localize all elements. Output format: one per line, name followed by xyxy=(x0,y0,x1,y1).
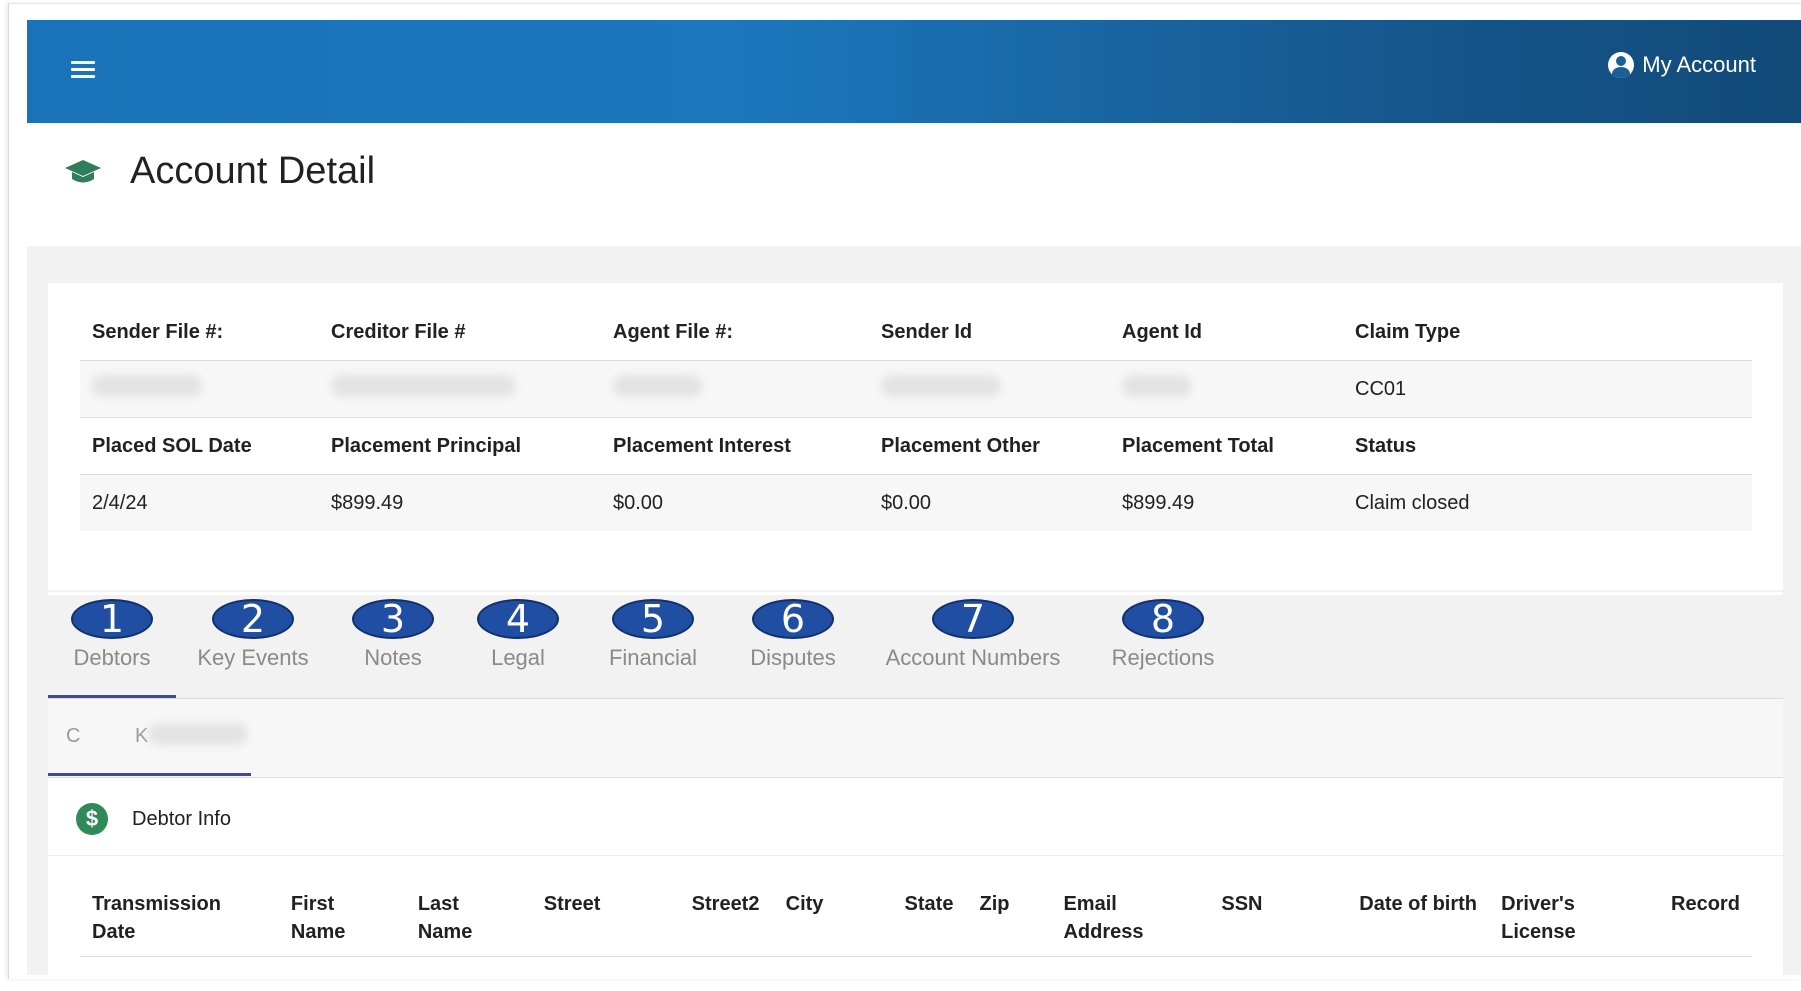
tab-label: Legal xyxy=(491,645,545,670)
claim-type-value: CC01 xyxy=(1343,360,1752,418)
dollar-circle-icon: $ xyxy=(76,803,108,835)
status-header: Status xyxy=(1355,434,1417,457)
hamburger-icon[interactable] xyxy=(71,61,95,81)
status-value: Claim closed xyxy=(1343,474,1752,531)
debtor-subtab[interactable]: C K xyxy=(48,699,251,776)
debtor-last-initial: K xyxy=(135,725,149,747)
tab-label: Debtors xyxy=(73,645,151,670)
tab-label: Rejections xyxy=(1111,645,1215,670)
placement-header-row: Placed SOL Date Placement Principal Plac… xyxy=(80,418,1752,475)
subtab-divider xyxy=(48,777,1783,778)
tab-notes[interactable]: 3 Notes xyxy=(338,595,448,698)
col-street[interactable]: Street xyxy=(531,880,680,957)
tab-financial[interactable]: 5 Financial xyxy=(588,595,718,698)
creditor-file-header: Creditor File # xyxy=(331,320,466,343)
tab-number-badge: 4 xyxy=(477,599,559,639)
tab-label: Key Events xyxy=(197,645,309,670)
tab-label: Notes xyxy=(364,645,422,670)
placement-total-value: $899.49 xyxy=(1110,474,1343,531)
agent-file-value xyxy=(601,360,869,418)
tab-rejections[interactable]: 8 Rejections xyxy=(1098,595,1228,698)
col-last-name[interactable]: Last Name xyxy=(405,880,532,957)
sender-file-header: Sender File #: xyxy=(92,320,224,343)
tab-number-badge: 1 xyxy=(71,599,153,639)
redacted-debtor-name xyxy=(148,723,248,745)
debtor-first-initial: C xyxy=(66,725,81,747)
col-transmission-date[interactable]: Transmission Date xyxy=(80,880,279,957)
tab-debtors[interactable]: 1 Debtors xyxy=(48,595,176,698)
user-circle-icon xyxy=(1608,52,1635,78)
col-date-of-birth[interactable]: Date of birth xyxy=(1347,880,1490,957)
account-summary-table: Sender File #: Creditor File # Agent Fil… xyxy=(80,304,1752,531)
summary-value-row: CC01 xyxy=(80,360,1752,418)
my-account-button[interactable]: My Account xyxy=(1608,52,1756,78)
placement-interest-value: $0.00 xyxy=(601,474,869,531)
col-city[interactable]: City xyxy=(773,880,893,957)
col-record[interactable]: Record xyxy=(1659,880,1752,957)
col-email-address[interactable]: Email Address xyxy=(1051,880,1210,957)
col-zip[interactable]: Zip xyxy=(967,880,1052,957)
my-account-label: My Account xyxy=(1642,52,1756,77)
tab-legal[interactable]: 4 Legal xyxy=(468,595,568,698)
col-ssn[interactable]: SSN xyxy=(1209,880,1348,957)
tab-number-badge: 5 xyxy=(612,599,694,639)
col-street2[interactable]: Street2 xyxy=(679,880,774,957)
tab-key-events[interactable]: 2 Key Events xyxy=(188,595,318,698)
graduation-cap-icon xyxy=(65,159,101,182)
tab-number-badge: 6 xyxy=(752,599,834,639)
tab-label: Disputes xyxy=(750,645,836,670)
tab-disputes[interactable]: 6 Disputes xyxy=(728,595,858,698)
tab-number-badge: 3 xyxy=(352,599,434,639)
top-app-bar: My Account xyxy=(27,20,1801,123)
agent-id-value xyxy=(1110,360,1343,418)
col-state[interactable]: State xyxy=(892,880,968,957)
placed-sol-date-value: 2/4/24 xyxy=(80,474,319,531)
sender-id-value xyxy=(869,360,1110,418)
debtor-info-header: $ Debtor Info xyxy=(76,803,231,835)
claim-type-header: Claim Type xyxy=(1355,320,1461,343)
agent-file-header: Agent File #: xyxy=(613,320,734,343)
tab-label: Account Numbers xyxy=(885,645,1061,670)
debtor-subtab-bar: C K xyxy=(48,699,1783,777)
sender-file-value xyxy=(80,360,319,418)
tab-number-badge: 7 xyxy=(932,599,1014,639)
col-drivers-license[interactable]: Driver's License xyxy=(1489,880,1659,957)
placement-interest-header: Placement Interest xyxy=(613,434,791,457)
tab-number-badge: 8 xyxy=(1122,599,1204,639)
placed-sol-date-header: Placed SOL Date xyxy=(92,434,252,457)
tab-account-numbers[interactable]: 7 Account Numbers xyxy=(878,595,1068,698)
tab-bar: 1 Debtors 2 Key Events 3 Notes 4 Legal 5… xyxy=(48,595,1783,698)
debtor-section-divider xyxy=(48,855,1783,856)
placement-total-header: Placement Total xyxy=(1122,434,1274,457)
summary-header-row: Sender File #: Creditor File # Agent Fil… xyxy=(80,304,1752,361)
tab-label: Financial xyxy=(608,645,698,670)
creditor-file-value xyxy=(319,360,601,418)
page-title: Account Detail xyxy=(130,150,376,192)
agent-id-header: Agent Id xyxy=(1122,320,1202,343)
debtor-info-table: Transmission Date First Name Last Name Stre… xyxy=(80,880,1752,957)
debtor-header-row: Transmission Date First Name Last Name Stre… xyxy=(80,880,1752,957)
debtor-info-title: Debtor Info xyxy=(132,807,231,830)
placement-value-row: 2/4/24 $899.49 $0.00 $0.00 $899.49 Claim… xyxy=(80,474,1752,531)
col-first-name[interactable]: First Name xyxy=(278,880,406,957)
page-title-row: Account Detail xyxy=(64,150,375,193)
placement-other-header: Placement Other xyxy=(881,434,1040,457)
tab-number-badge: 2 xyxy=(212,599,294,639)
placement-principal-value: $899.49 xyxy=(319,474,601,531)
sender-id-header: Sender Id xyxy=(881,320,973,343)
placement-principal-header: Placement Principal xyxy=(331,434,522,457)
placement-other-value: $0.00 xyxy=(869,474,1110,531)
